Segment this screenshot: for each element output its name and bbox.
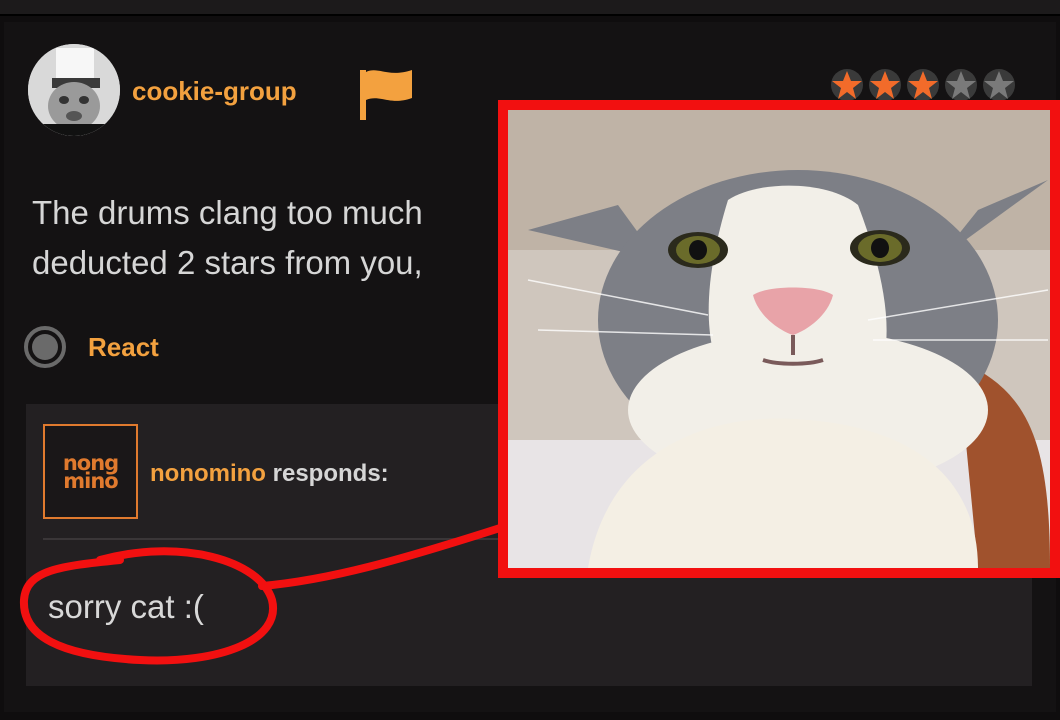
review-text-line-1: The drums clang too much [32,194,423,231]
review-text-line-2: deducted 2 stars from you, [32,244,423,281]
review-page: cookie-group The drums clang too much de… [0,0,1060,720]
flag-icon[interactable] [354,64,416,122]
logo-line-2: mino [63,468,118,493]
response-header: nonomino responds: [150,460,389,488]
react-button[interactable]: React [24,326,159,368]
star-empty-icon [945,69,977,101]
star-empty-icon [983,69,1015,101]
cat-image [508,110,1050,568]
responder-logo[interactable]: nong mino [43,424,138,519]
user-avatar[interactable] [28,44,120,136]
star-filled-icon [831,69,863,101]
react-label: React [88,331,159,362]
responder-name[interactable]: nonomino [150,460,266,487]
star-filled-icon [907,69,939,101]
responds-label: responds: [272,460,389,487]
review-text: The drums clang too much deducted 2 star… [32,188,502,288]
avatar-image [28,44,120,136]
top-bar [0,0,1060,16]
star-filled-icon [869,69,901,101]
react-circle-icon [24,326,66,368]
star-rating [830,68,1016,102]
cat-photo [498,100,1060,578]
review-username[interactable]: cookie-group [132,76,297,107]
response-text: sorry cat :( [48,588,204,625]
